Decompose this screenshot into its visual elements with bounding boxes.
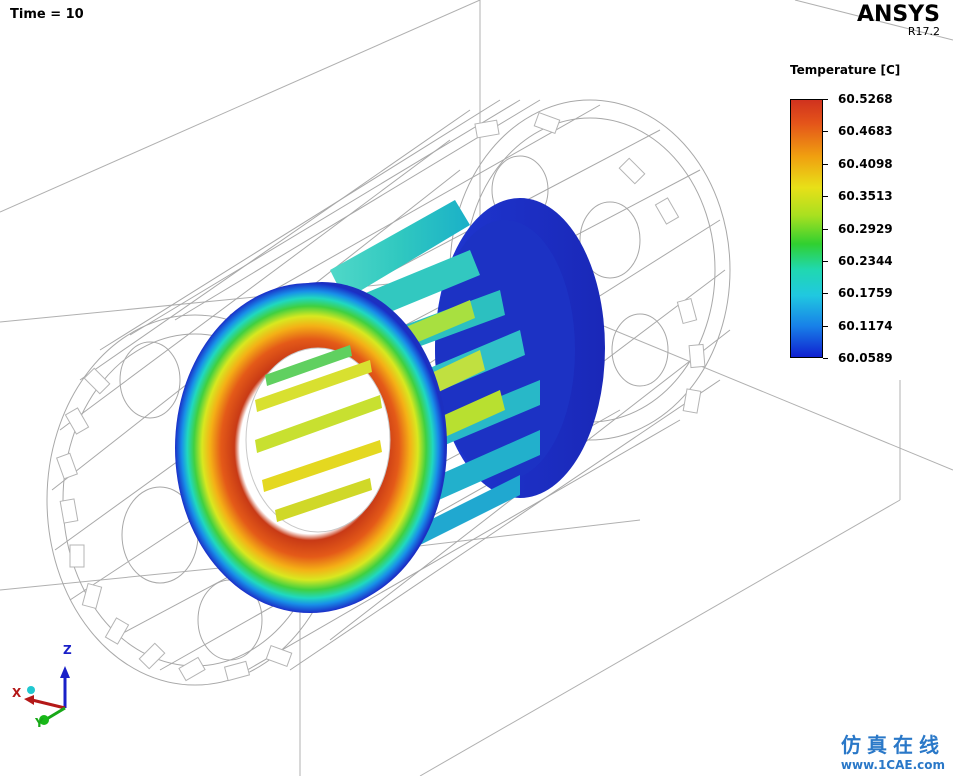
ansys-logo: ANSYS R17.2 xyxy=(857,2,940,38)
legend-value: 60.1174 xyxy=(838,318,893,333)
legend-tick xyxy=(823,196,828,198)
legend-value: 60.4683 xyxy=(838,124,893,139)
legend-color-bar xyxy=(790,99,823,358)
legend-value: 60.2344 xyxy=(838,253,893,268)
watermark-chinese: 仿真在线 xyxy=(841,733,945,757)
legend-tick xyxy=(823,260,828,262)
legend-title: Temperature [C] xyxy=(790,63,901,77)
legend-value: 60.3513 xyxy=(838,189,893,204)
triad-z-label: Z xyxy=(63,643,72,657)
legend-value: 60.4098 xyxy=(838,156,893,171)
triad-y-label: Y xyxy=(35,716,44,730)
legend-value: 60.2929 xyxy=(838,221,893,236)
legend-value: 60.0589 xyxy=(838,351,893,365)
rotor-front-ring xyxy=(175,282,447,613)
legend-tick xyxy=(823,228,828,230)
watermark-url: www.1CAE.com xyxy=(840,758,945,772)
watermark: 仿真在线 www.1CAE.com xyxy=(841,729,945,772)
legend-tick xyxy=(823,131,828,133)
legend-tick xyxy=(823,358,828,359)
legend-tick xyxy=(823,293,828,295)
legend-tick xyxy=(823,325,828,327)
time-label: Time = 10 xyxy=(10,7,84,22)
legend-value: 60.1759 xyxy=(838,286,893,301)
legend-value: 60.5268 xyxy=(838,92,893,106)
3d-viewport[interactable]: Time = 10 ANSYS R17.2 Temperature [C] 60… xyxy=(0,0,953,776)
coordinate-triad xyxy=(24,666,70,725)
brand-name: ANSYS xyxy=(856,2,940,27)
legend-tick xyxy=(823,99,828,100)
triad-x-label: X xyxy=(12,686,22,700)
legend-tick xyxy=(823,163,828,165)
